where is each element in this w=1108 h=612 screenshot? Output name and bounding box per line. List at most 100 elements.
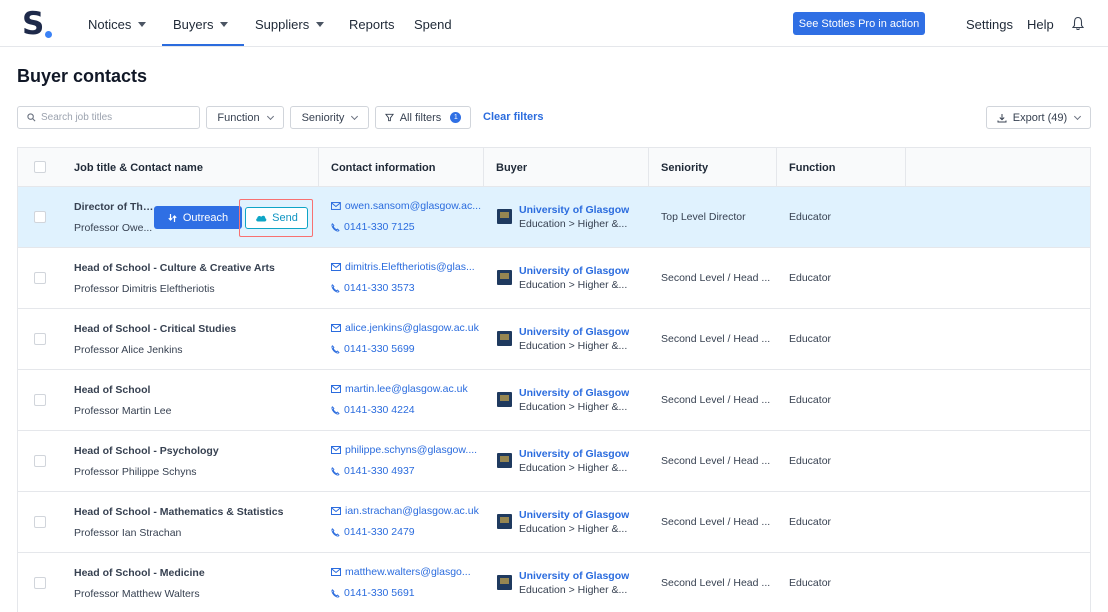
function-value: Educator <box>789 211 832 223</box>
university-logo <box>497 514 512 529</box>
row-checkbox[interactable] <box>34 394 46 406</box>
phone-text: 0141-330 4224 <box>344 404 415 416</box>
contact-phone[interactable]: 0141-330 7125 <box>331 221 415 233</box>
header-seniority[interactable]: Seniority <box>661 148 708 187</box>
contact-email[interactable]: philippe.schyns@glasgow.... <box>331 444 477 456</box>
mail-icon <box>331 507 341 515</box>
job-title[interactable]: Head of School <box>74 384 150 396</box>
nav-suppliers[interactable]: Suppliers <box>255 15 325 33</box>
table-row[interactable]: Head of School - Psychology Professor Phi… <box>18 431 1090 492</box>
buyer-name[interactable]: University of Glasgow <box>519 204 629 216</box>
table-row[interactable]: Director of The... Professor Owe... Outrea… <box>18 187 1090 248</box>
contact-email[interactable]: martin.lee@glasgow.ac.uk <box>331 383 468 395</box>
job-title[interactable]: Director of The... <box>74 201 154 213</box>
select-all-checkbox[interactable] <box>34 161 46 173</box>
contact-email[interactable]: ian.strachan@glasgow.ac.uk <box>331 505 479 517</box>
buyer-name[interactable]: University of Glasgow <box>519 448 629 460</box>
header-contact-info[interactable]: Contact information <box>331 148 436 187</box>
nav-reports[interactable]: Reports <box>349 15 395 33</box>
outreach-button[interactable]: Outreach <box>154 206 242 229</box>
nav-notices-label: Notices <box>88 16 132 32</box>
buyer-name[interactable]: University of Glasgow <box>519 509 629 521</box>
contact-phone[interactable]: 0141-330 3573 <box>331 282 415 294</box>
contact-email[interactable]: matthew.walters@glasgo... <box>331 566 471 578</box>
row-checkbox[interactable] <box>34 333 46 345</box>
contact-phone[interactable]: 0141-330 5691 <box>331 587 415 599</box>
table-row[interactable]: Head of School - Critical Studies Profess… <box>18 309 1090 370</box>
buyer-name[interactable]: University of Glasgow <box>519 265 629 277</box>
buyer-name[interactable]: University of Glasgow <box>519 570 629 582</box>
mail-icon <box>331 263 341 271</box>
contact-email[interactable]: alice.jenkins@glasgow.ac.uk <box>331 322 479 334</box>
contact-phone[interactable]: 0141-330 4224 <box>331 404 415 416</box>
phone-text: 0141-330 5691 <box>344 587 415 599</box>
university-logo <box>497 392 512 407</box>
email-text: ian.strachan@glasgow.ac.uk <box>345 505 479 517</box>
nav-help[interactable]: Help <box>1027 15 1054 33</box>
phone-icon <box>331 466 340 476</box>
contact-email[interactable]: owen.sansom@glasgow.ac... <box>331 200 481 212</box>
clear-filters-link[interactable]: Clear filters <box>483 111 544 123</box>
contact-phone[interactable]: 0141-330 4937 <box>331 465 415 477</box>
function-filter-label: Function <box>217 111 260 124</box>
row-checkbox[interactable] <box>34 272 46 284</box>
mail-icon <box>331 568 341 576</box>
job-title[interactable]: Head of School - Psychology <box>74 445 219 457</box>
buyer-name[interactable]: University of Glasgow <box>519 387 629 399</box>
caret-down-icon <box>220 21 229 27</box>
nav-reports-label: Reports <box>349 16 395 32</box>
column-divider <box>776 148 777 187</box>
seniority-value: Second Level / Head ... <box>661 577 771 589</box>
search-box[interactable] <box>17 106 200 129</box>
job-title[interactable]: Head of School - Culture & Creative Arts <box>74 262 275 274</box>
nav-buyers[interactable]: Buyers <box>173 15 229 33</box>
row-checkbox[interactable] <box>34 455 46 467</box>
mail-icon <box>331 446 341 454</box>
nav-settings[interactable]: Settings <box>966 15 1013 33</box>
export-label: Export (49) <box>1012 111 1068 124</box>
see-pro-button[interactable]: See Stotles Pro in action <box>793 12 925 35</box>
seniority-value: Top Level Director <box>661 211 746 223</box>
contact-phone[interactable]: 0141-330 2479 <box>331 526 415 538</box>
send-highlight-box: Send <box>239 199 313 237</box>
header-function[interactable]: Function <box>789 148 835 187</box>
send-button[interactable]: Send <box>245 207 308 229</box>
buyer-name[interactable]: University of Glasgow <box>519 326 629 338</box>
table-row[interactable]: Head of School - Culture & Creative Arts… <box>18 248 1090 309</box>
job-title[interactable]: Head of School - Mathematics & Statistic… <box>74 506 283 518</box>
bell-icon[interactable] <box>1072 16 1084 31</box>
phone-icon <box>331 283 340 293</box>
contacts-table: Job title & Contact name Contact informa… <box>17 147 1091 612</box>
export-button[interactable]: Export (49) <box>986 106 1091 129</box>
column-divider <box>648 148 649 187</box>
function-filter[interactable]: Function <box>206 106 284 129</box>
caret-down-icon <box>138 21 147 27</box>
function-value: Educator <box>789 333 832 345</box>
buyer-category: Education > Higher &... <box>519 462 628 474</box>
header-job-title[interactable]: Job title & Contact name <box>74 148 203 187</box>
table-row[interactable]: Head of School Professor Martin Lee martin… <box>18 370 1090 431</box>
seniority-filter-label: Seniority <box>301 111 345 124</box>
contact-phone[interactable]: 0141-330 5699 <box>331 343 415 355</box>
job-title[interactable]: Head of School - Medicine <box>74 567 205 579</box>
function-value: Educator <box>789 394 832 406</box>
table-row[interactable]: Head of School - Medicine Professor Matth… <box>18 553 1090 612</box>
function-value: Educator <box>789 516 832 528</box>
search-input[interactable] <box>41 112 191 123</box>
row-checkbox[interactable] <box>34 577 46 589</box>
row-checkbox[interactable] <box>34 516 46 528</box>
nav-buyers-label: Buyers <box>173 16 214 32</box>
job-title[interactable]: Head of School - Critical Studies <box>74 323 236 335</box>
nav-spend[interactable]: Spend <box>414 15 452 33</box>
all-filters-button[interactable]: All filters 1 <box>375 106 471 129</box>
seniority-filter[interactable]: Seniority <box>290 106 369 129</box>
header-buyer[interactable]: Buyer <box>496 148 527 187</box>
row-checkbox[interactable] <box>34 211 46 223</box>
stotles-logo[interactable]: S <box>22 6 44 42</box>
nav-notices[interactable]: Notices <box>88 15 147 33</box>
logo-dot <box>45 31 52 38</box>
table-row[interactable]: Head of School - Mathematics & Statistic… <box>18 492 1090 553</box>
cloud-icon <box>256 215 267 222</box>
phone-icon <box>331 405 340 415</box>
contact-email[interactable]: dimitris.Eleftheriotis@glas... <box>331 261 475 273</box>
